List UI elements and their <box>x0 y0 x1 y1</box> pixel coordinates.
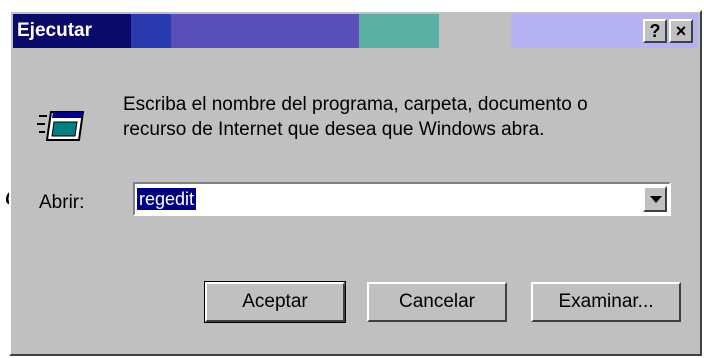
title-bar-segment <box>359 14 439 48</box>
title-bar-segment <box>439 14 511 48</box>
open-combobox[interactable]: regedit <box>133 182 671 216</box>
title-bar-segment <box>131 14 171 48</box>
description-line: Escriba el nombre del programa, carpeta,… <box>123 94 588 115</box>
run-description: Escriba el nombre del programa, carpeta,… <box>123 92 588 142</box>
cancel-button[interactable]: Cancelar <box>367 282 507 322</box>
dropdown-button[interactable] <box>643 186 667 212</box>
open-label: Abrir: <box>39 192 85 213</box>
chevron-down-icon <box>650 196 662 203</box>
browse-button[interactable]: Examinar... <box>531 282 681 322</box>
run-program-icon <box>37 111 85 141</box>
dialog-title: Ejecutar <box>17 20 92 41</box>
title-bar-segment <box>171 14 359 48</box>
help-button[interactable]: ? <box>643 19 667 43</box>
description-line: recurso de Internet que desea que Window… <box>123 119 545 140</box>
close-button[interactable]: × <box>669 19 693 43</box>
open-input-value[interactable]: regedit <box>137 188 197 210</box>
ok-button[interactable]: Aceptar <box>204 281 346 323</box>
run-dialog: Ejecutar ? × Escriba el nombre del progr… <box>9 10 702 356</box>
title-bar[interactable]: Ejecutar ? × <box>13 14 698 48</box>
